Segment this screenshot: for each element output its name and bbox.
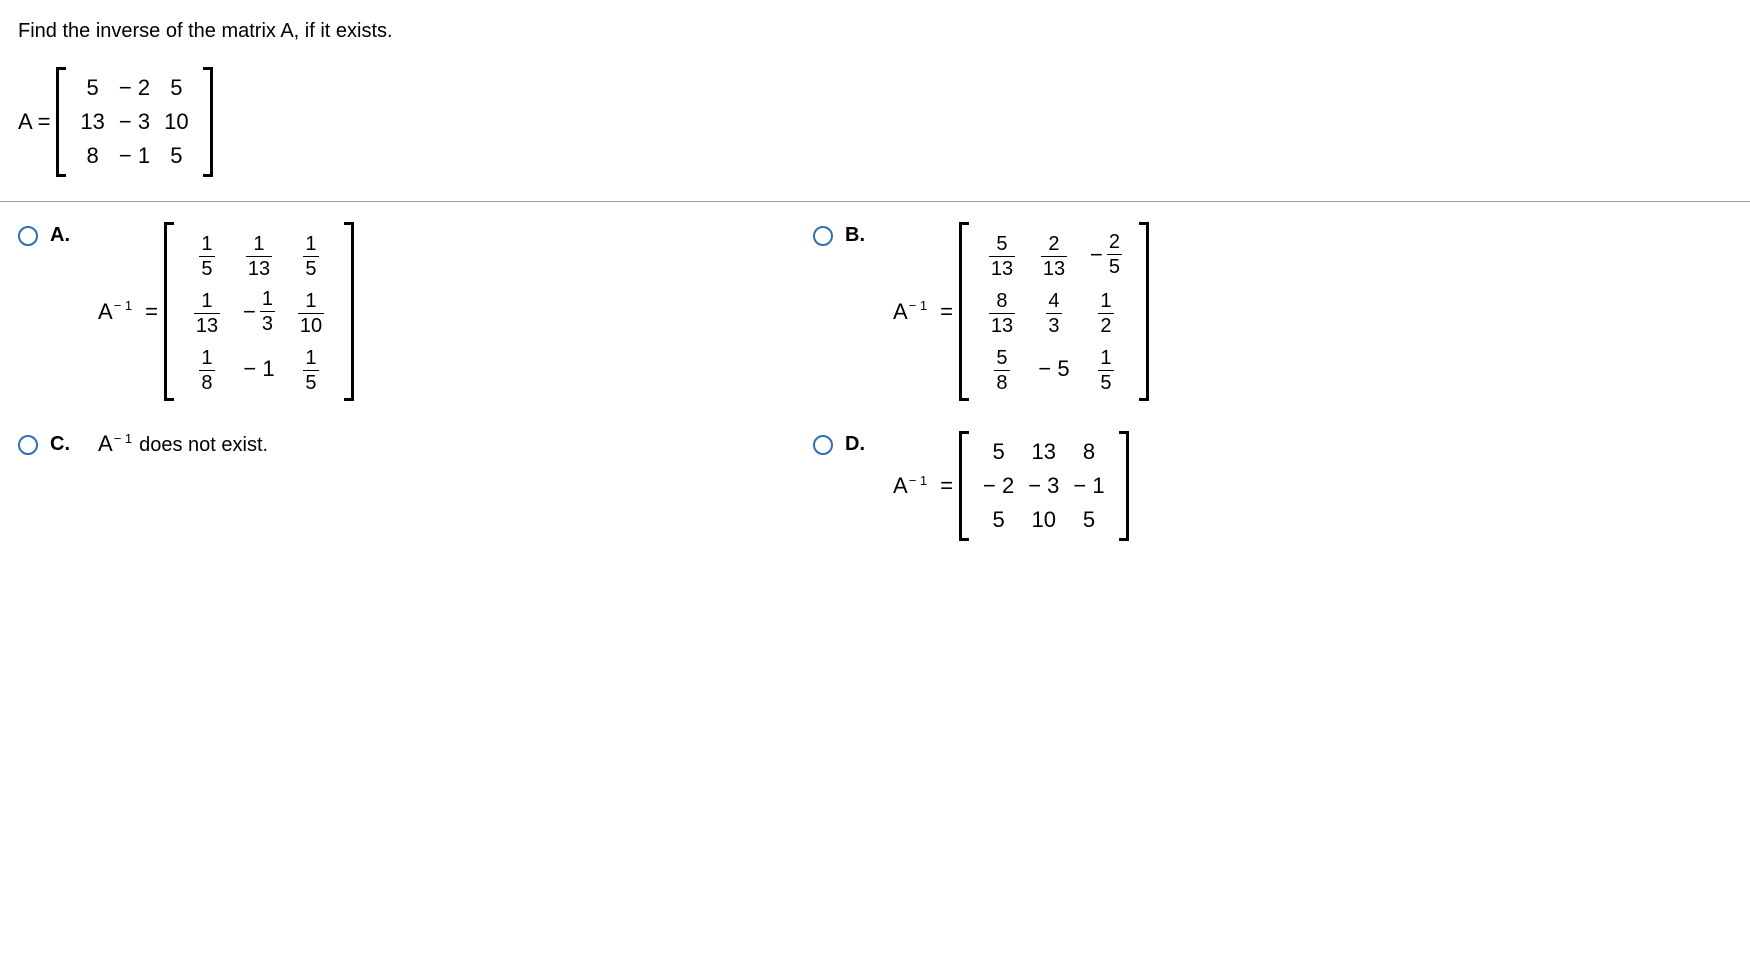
given-matrix-A: A = 5 − 2 5 13 − 3 10 8 − 1 5 <box>18 67 1732 177</box>
matrix-row: 5 − 2 5 <box>80 75 188 101</box>
matrix-cell: − 3 <box>1028 473 1059 499</box>
matrix-cell: −13 <box>240 287 278 336</box>
choice-C: C. A− 1 does not exist. <box>18 431 813 541</box>
given-lhs: A = <box>18 109 50 135</box>
matrix-row: 18 − 1 15 <box>188 344 330 393</box>
choice-letter-A: A. <box>50 224 80 247</box>
matrix-A: 5 − 2 5 13 − 3 10 8 − 1 5 <box>56 67 212 177</box>
choice-D: D. A− 1 = 5138− 2− 3− 15105 <box>813 431 1608 541</box>
matrix-row: 813 43 12 <box>983 287 1125 336</box>
matrix-cell: 5 <box>80 75 104 101</box>
matrix-row: 58 − 5 15 <box>983 344 1125 393</box>
matrix-cell: 15 <box>1087 344 1125 393</box>
radio-C[interactable] <box>18 435 38 455</box>
choice-letter-C: C. <box>50 433 80 456</box>
matrix-cell: 5 <box>164 143 188 169</box>
matrix-cell: 15 <box>292 230 330 279</box>
matrix-cell: 10 <box>1028 507 1059 533</box>
equals-sign: = <box>940 299 953 325</box>
matrix-cell: − 1 <box>240 344 278 393</box>
matrix-cell: −25 <box>1087 230 1125 279</box>
option-A-matrix: 15 113 15 113 −13 110 18 − 1 15 <box>164 222 354 401</box>
matrix-cell: 43 <box>1035 287 1073 336</box>
matrix-cell: 58 <box>983 344 1021 393</box>
matrix-cell: 12 <box>1087 287 1125 336</box>
matrix-cell: − 2 <box>983 473 1014 499</box>
question-prompt: Find the inverse of the matrix A, if it … <box>18 20 1732 43</box>
A-inverse-label: A− 1 <box>98 299 131 325</box>
matrix-row: 513 213 −25 <box>983 230 1125 279</box>
matrix-cell: 110 <box>292 287 330 336</box>
A-inverse-label: A− 1 <box>893 299 926 325</box>
matrix-cell: 5 <box>1073 507 1104 533</box>
matrix-cell: − 1 <box>119 143 150 169</box>
option-C-text: does not exist. <box>139 434 268 457</box>
A-inverse-label: A− 1 <box>893 473 926 499</box>
matrix-cell: − 5 <box>1035 344 1073 393</box>
A-inverse-label: A− 1 <box>98 431 131 457</box>
choice-letter-B: B. <box>845 224 875 247</box>
matrix-cell: 15 <box>188 230 226 279</box>
option-D-matrix: 5138− 2− 3− 15105 <box>959 431 1129 541</box>
matrix-cell: − 3 <box>119 109 150 135</box>
choice-A: A. A− 1 = 15 113 15 113 −13 110 18 − 1 15 <box>18 222 813 401</box>
divider <box>0 201 1750 202</box>
choice-B: B. A− 1 = 513 213 −25 813 43 12 58 − 5 15 <box>813 222 1608 401</box>
matrix-cell: 5 <box>983 507 1014 533</box>
matrix-cell: 213 <box>1035 230 1073 279</box>
matrix-row: 8 − 1 5 <box>80 143 188 169</box>
radio-B[interactable] <box>813 226 833 246</box>
matrix-row: 113 −13 110 <box>188 287 330 336</box>
option-B-matrix: 513 213 −25 813 43 12 58 − 5 15 <box>959 222 1149 401</box>
matrix-cell: − 2 <box>119 75 150 101</box>
matrix-cell: 113 <box>188 287 226 336</box>
matrix-cell: 13 <box>80 109 104 135</box>
radio-A[interactable] <box>18 226 38 246</box>
matrix-cell: 8 <box>80 143 104 169</box>
matrix-cell: 5 <box>983 439 1014 465</box>
choice-letter-D: D. <box>845 433 875 456</box>
matrix-cell: 18 <box>188 344 226 393</box>
matrix-row: 5 13 8 <box>983 439 1105 465</box>
matrix-cell: 113 <box>240 230 278 279</box>
equals-sign: = <box>145 299 158 325</box>
matrix-cell: 5 <box>164 75 188 101</box>
matrix-cell: 8 <box>1073 439 1104 465</box>
answer-choices: A. A− 1 = 15 113 15 113 −13 110 18 − 1 15 B. A− … <box>18 222 1732 571</box>
matrix-cell: 513 <box>983 230 1021 279</box>
matrix-cell: − 1 <box>1073 473 1104 499</box>
matrix-cell: 15 <box>292 344 330 393</box>
matrix-cell: 13 <box>1028 439 1059 465</box>
matrix-row: 15 113 15 <box>188 230 330 279</box>
matrix-row: 5 10 5 <box>983 507 1105 533</box>
matrix-cell: 813 <box>983 287 1021 336</box>
equals-sign: = <box>940 473 953 499</box>
matrix-row: − 2 − 3 − 1 <box>983 473 1105 499</box>
matrix-row: 13 − 3 10 <box>80 109 188 135</box>
radio-D[interactable] <box>813 435 833 455</box>
matrix-cell: 10 <box>164 109 188 135</box>
